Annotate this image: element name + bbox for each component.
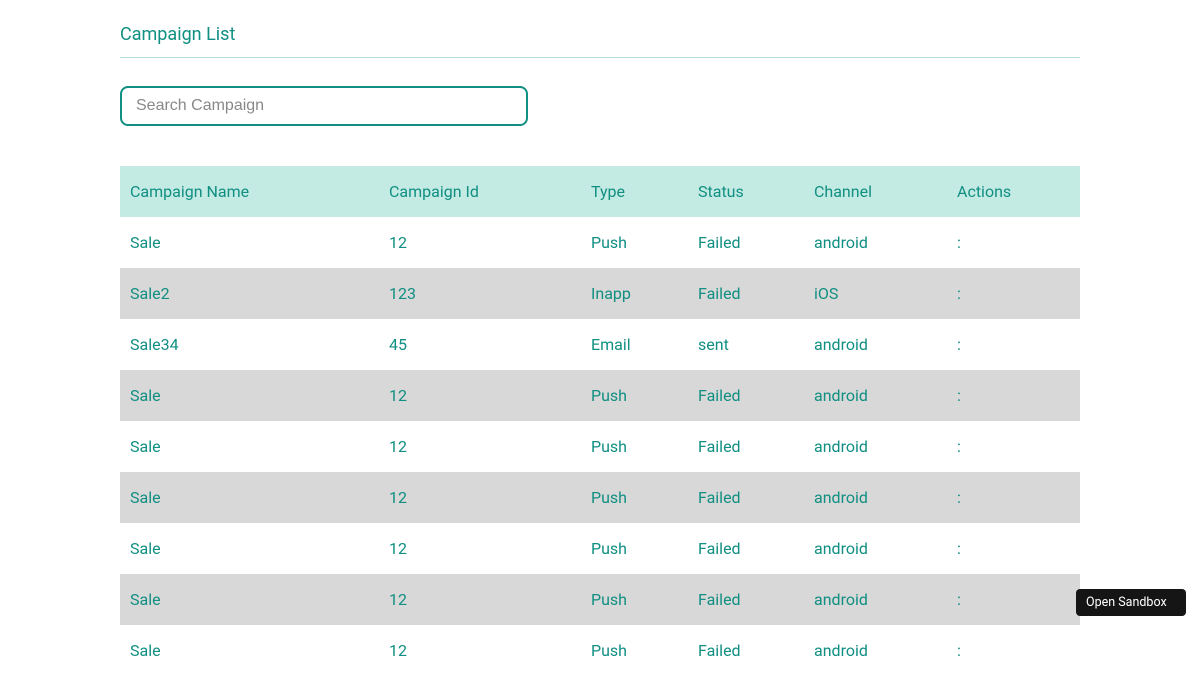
cell-actions[interactable]: : bbox=[947, 523, 1080, 574]
cell-type: Push bbox=[581, 217, 688, 268]
cell-campaign-name: Sale bbox=[120, 625, 379, 676]
cell-channel: android bbox=[804, 421, 947, 472]
table-row: Sale2123InappFailediOS: bbox=[120, 268, 1080, 319]
cell-campaign-id: 12 bbox=[379, 574, 581, 625]
cell-status: Failed bbox=[688, 268, 804, 319]
cell-type: Push bbox=[581, 574, 688, 625]
header-channel: Channel bbox=[804, 166, 947, 217]
table-row: Sale12PushFailedandroid: bbox=[120, 625, 1080, 676]
cell-channel: android bbox=[804, 472, 947, 523]
cell-status: Failed bbox=[688, 370, 804, 421]
page-title: Campaign List bbox=[120, 24, 1080, 58]
cell-campaign-id: 45 bbox=[379, 319, 581, 370]
header-campaign-name: Campaign Name bbox=[120, 166, 379, 217]
cell-campaign-name: Sale bbox=[120, 370, 379, 421]
cell-channel: android bbox=[804, 319, 947, 370]
cell-campaign-name: Sale bbox=[120, 523, 379, 574]
cell-channel: android bbox=[804, 217, 947, 268]
table-row: Sale12PushFailedandroid: bbox=[120, 472, 1080, 523]
table-header-row: Campaign Name Campaign Id Type Status Ch… bbox=[120, 166, 1080, 217]
cell-campaign-name: Sale2 bbox=[120, 268, 379, 319]
cell-status: Failed bbox=[688, 421, 804, 472]
header-type: Type bbox=[581, 166, 688, 217]
cell-campaign-name: Sale bbox=[120, 574, 379, 625]
cell-type: Inapp bbox=[581, 268, 688, 319]
cell-actions[interactable]: : bbox=[947, 217, 1080, 268]
search-input[interactable] bbox=[120, 86, 528, 126]
header-actions: Actions bbox=[947, 166, 1080, 217]
cell-channel: android bbox=[804, 370, 947, 421]
cell-status: Failed bbox=[688, 472, 804, 523]
cell-campaign-id: 12 bbox=[379, 625, 581, 676]
table-row: Sale12PushFailedandroid: bbox=[120, 523, 1080, 574]
cell-status: Failed bbox=[688, 574, 804, 625]
campaign-table: Campaign Name Campaign Id Type Status Ch… bbox=[120, 166, 1080, 676]
cell-channel: android bbox=[804, 574, 947, 625]
cell-type: Push bbox=[581, 421, 688, 472]
cell-actions[interactable]: : bbox=[947, 268, 1080, 319]
table-row: Sale12PushFailedandroid: bbox=[120, 217, 1080, 268]
cell-campaign-name: Sale bbox=[120, 217, 379, 268]
cell-status: sent bbox=[688, 319, 804, 370]
cell-channel: android bbox=[804, 523, 947, 574]
cell-campaign-id: 12 bbox=[379, 421, 581, 472]
cell-type: Push bbox=[581, 472, 688, 523]
header-status: Status bbox=[688, 166, 804, 217]
cell-campaign-name: Sale bbox=[120, 421, 379, 472]
open-sandbox-button[interactable]: Open Sandbox bbox=[1076, 589, 1186, 616]
cell-type: Push bbox=[581, 625, 688, 676]
cell-actions[interactable]: : bbox=[947, 574, 1080, 625]
table-row: Sale12PushFailedandroid: bbox=[120, 574, 1080, 625]
cell-campaign-id: 123 bbox=[379, 268, 581, 319]
header-campaign-id: Campaign Id bbox=[379, 166, 581, 217]
table-row: Sale12PushFailedandroid: bbox=[120, 421, 1080, 472]
cell-actions[interactable]: : bbox=[947, 472, 1080, 523]
cell-campaign-id: 12 bbox=[379, 523, 581, 574]
cell-campaign-id: 12 bbox=[379, 472, 581, 523]
cell-channel: android bbox=[804, 625, 947, 676]
cell-status: Failed bbox=[688, 625, 804, 676]
table-row: Sale12PushFailedandroid: bbox=[120, 370, 1080, 421]
cell-actions[interactable]: : bbox=[947, 625, 1080, 676]
table-row: Sale3445Emailsentandroid: bbox=[120, 319, 1080, 370]
cell-type: Email bbox=[581, 319, 688, 370]
cell-actions[interactable]: : bbox=[947, 421, 1080, 472]
cell-actions[interactable]: : bbox=[947, 319, 1080, 370]
cell-channel: iOS bbox=[804, 268, 947, 319]
cell-type: Push bbox=[581, 523, 688, 574]
cell-campaign-id: 12 bbox=[379, 217, 581, 268]
search-wrapper bbox=[120, 86, 1080, 126]
cell-status: Failed bbox=[688, 217, 804, 268]
cell-campaign-name: Sale bbox=[120, 472, 379, 523]
cell-status: Failed bbox=[688, 523, 804, 574]
cell-actions[interactable]: : bbox=[947, 370, 1080, 421]
cell-type: Push bbox=[581, 370, 688, 421]
cell-campaign-id: 12 bbox=[379, 370, 581, 421]
cell-campaign-name: Sale34 bbox=[120, 319, 379, 370]
